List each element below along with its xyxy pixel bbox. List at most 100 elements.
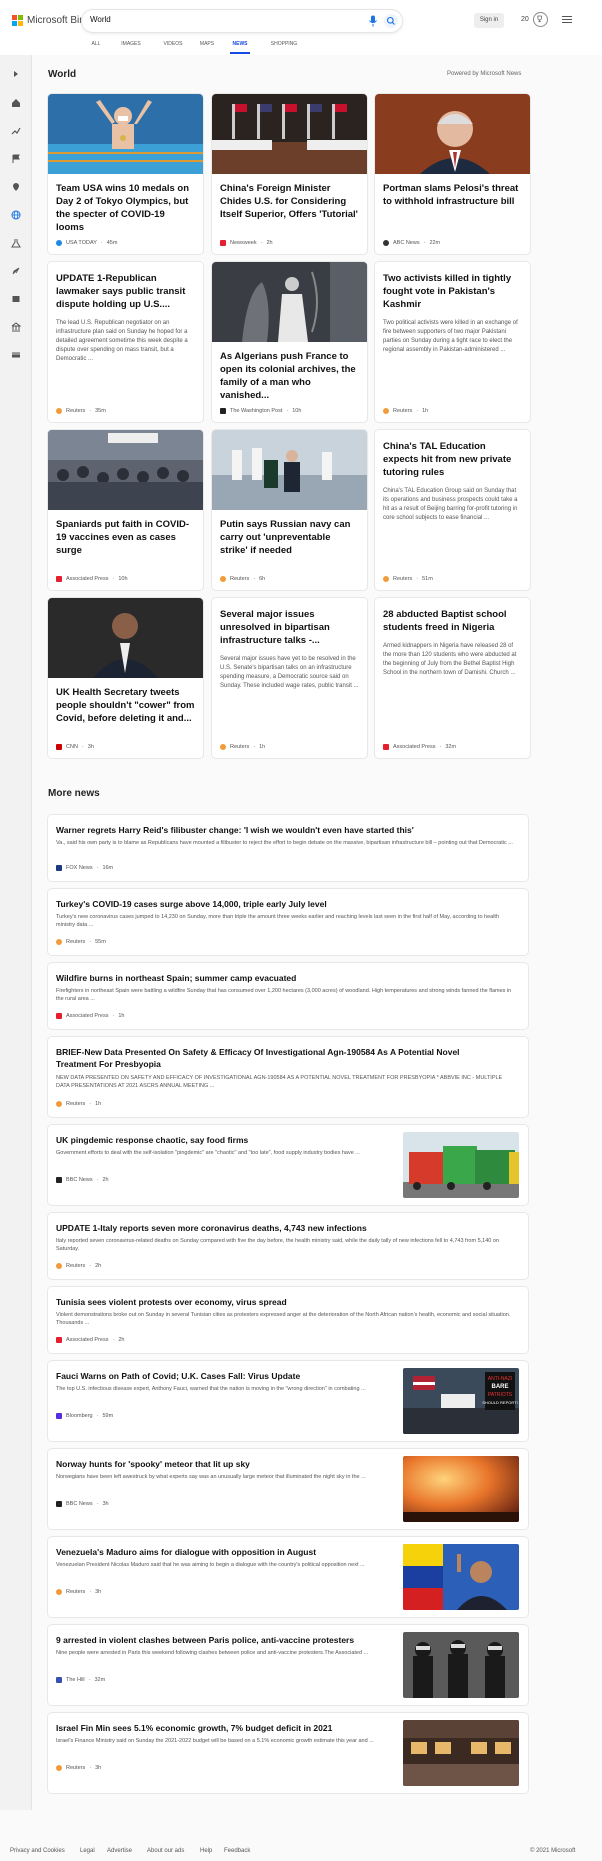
more-news-item[interactable]: BRIEF-New Data Presented On Safety & Eff…	[48, 1037, 528, 1117]
card-title[interactable]: Spaniards put faith in COVID-19 vaccines…	[48, 518, 203, 557]
item-title[interactable]: Warner regrets Harry Reid's filibuster c…	[56, 824, 414, 836]
rewards-trophy-icon[interactable]	[533, 12, 548, 27]
news-card[interactable]: UPDATE 1-Republican lawmaker says public…	[48, 262, 203, 422]
reuters-logo-icon	[220, 576, 226, 582]
card-title[interactable]: 28 abducted Baptist school students free…	[375, 608, 530, 634]
card-title[interactable]: Portman slams Pelosi's threat to withhol…	[375, 182, 530, 208]
bbc-news-logo-icon	[56, 1501, 62, 1507]
section-title-more-news: More news	[48, 788, 100, 799]
card-description: Armed kidnappers in Nigeria have release…	[383, 643, 517, 676]
more-news-item[interactable]: Warner regrets Harry Reid's filibuster c…	[48, 815, 528, 881]
card-title[interactable]: Two activists killed in tightly fought v…	[375, 272, 530, 311]
more-news-item[interactable]: Fauci Warns on Path of Covid; U.K. Cases…	[48, 1361, 528, 1441]
item-title[interactable]: Tunisia sees violent protests over econo…	[56, 1296, 287, 1308]
card-title[interactable]: Team USA wins 10 medals on Day 2 of Toky…	[48, 182, 203, 234]
news-card[interactable]: 28 abducted Baptist school students free…	[375, 598, 530, 758]
card-title[interactable]: China's Foreign Minister Chides U.S. for…	[212, 182, 367, 221]
tab-all[interactable]: ALL	[88, 38, 104, 54]
footer-link-help[interactable]: Help	[200, 1848, 212, 1854]
card-title[interactable]: Putin says Russian navy can carry out 'u…	[212, 518, 367, 557]
expand-rail-icon[interactable]	[11, 69, 21, 79]
more-news-item[interactable]: Israel Fin Min sees 5.1% economic growth…	[48, 1713, 528, 1793]
item-title[interactable]: 9 arrested in violent clashes between Pa…	[56, 1634, 396, 1646]
item-source: Associated Press · 1h	[56, 1013, 124, 1019]
more-news-item[interactable]: 9 arrested in violent clashes between Pa…	[48, 1625, 528, 1705]
home-icon[interactable]	[11, 98, 21, 108]
news-card[interactable]: Spaniards put faith in COVID-19 vaccines…	[48, 430, 203, 590]
sign-in-button[interactable]: Sign in	[474, 13, 504, 28]
tab-videos[interactable]: VIDEOS	[158, 38, 188, 54]
entertainment-icon[interactable]	[11, 294, 21, 304]
card-title[interactable]: UPDATE 1-Republican lawmaker says public…	[48, 272, 203, 311]
more-news-item[interactable]: Turkey's COVID-19 cases surge above 14,0…	[48, 889, 528, 955]
paris-police-thumbnail-image	[403, 1632, 519, 1698]
more-news-item[interactable]: UPDATE 1-Italy reports seven more corona…	[48, 1213, 528, 1279]
card-title[interactable]: China's TAL Education expects hit from n…	[375, 440, 530, 479]
item-title[interactable]: BRIEF-New Data Presented On Safety & Eff…	[56, 1046, 496, 1070]
hamburger-menu-icon[interactable]	[562, 16, 572, 24]
more-news-item[interactable]: Norway hunts for 'spooky' meteor that li…	[48, 1449, 528, 1529]
search-box[interactable]: World	[82, 10, 402, 32]
fox-news-logo-icon	[56, 865, 62, 871]
news-card[interactable]: Two activists killed in tightly fought v…	[375, 262, 530, 422]
item-title[interactable]: Wildfire burns in northeast Spain; summe…	[56, 972, 296, 984]
item-description: Israel's Finance Ministry said on Sunday…	[56, 1738, 374, 1744]
tab-news[interactable]: NEWS	[230, 38, 250, 54]
rewards-count[interactable]: 20	[521, 16, 529, 23]
item-source: Reuters · 1h	[56, 1101, 101, 1107]
header: Microsoft Bing World Sign in 20 ALL IMAG…	[0, 0, 602, 55]
politics-icon[interactable]	[11, 322, 21, 332]
more-news-item[interactable]: Venezuela's Maduro aims for dialogue wit…	[48, 1537, 528, 1617]
more-news-item[interactable]: Tunisia sees violent protests over econo…	[48, 1287, 528, 1353]
news-card[interactable]: Team USA wins 10 medals on Day 2 of Toky…	[48, 94, 203, 254]
trending-icon[interactable]	[11, 126, 21, 136]
olympics-swimmer-image	[48, 94, 203, 174]
footer-link-advertise[interactable]: Advertise	[107, 1848, 132, 1854]
card-title[interactable]: Several major issues unresolved in bipar…	[212, 608, 367, 647]
item-title[interactable]: Fauci Warns on Path of Covid; U.K. Cases…	[56, 1370, 396, 1382]
more-news-item[interactable]: UK pingdemic response chaotic, say food …	[48, 1125, 528, 1205]
item-title[interactable]: Israel Fin Min sees 5.1% economic growth…	[56, 1722, 396, 1734]
news-card[interactable]: China's Foreign Minister Chides U.S. for…	[212, 94, 367, 254]
news-card[interactable]: Several major issues unresolved in bipar…	[212, 598, 367, 758]
lorries-thumbnail-image	[403, 1132, 519, 1198]
card-source: Associated Press · 10h	[56, 576, 128, 582]
vertical-tabs: ALL IMAGES VIDEOS MAPS NEWS SHOPPING	[88, 38, 304, 54]
item-title[interactable]: Norway hunts for 'spooky' meteor that li…	[56, 1458, 396, 1470]
money-icon[interactable]	[11, 350, 21, 360]
search-icon[interactable]	[384, 14, 398, 28]
microphone-icon[interactable]	[368, 15, 378, 27]
globe-icon[interactable]	[11, 210, 21, 220]
thumb-sign-line-3: PATRIOTS	[488, 1392, 513, 1398]
item-title[interactable]: UK pingdemic response chaotic, say food …	[56, 1134, 396, 1146]
item-description: Firefighters in northeast Spain were bat…	[56, 988, 512, 1002]
rocket-icon[interactable]	[11, 266, 21, 276]
item-title[interactable]: UPDATE 1-Italy reports seven more corona…	[56, 1222, 367, 1234]
news-card[interactable]: Putin says Russian navy can carry out 'u…	[212, 430, 367, 590]
powered-by-label: Powered by Microsoft News	[447, 71, 522, 77]
card-title[interactable]: As Algerians push France to open its col…	[212, 350, 367, 402]
footer-link-feedback[interactable]: Feedback	[224, 1848, 250, 1854]
flag-icon[interactable]	[11, 154, 21, 164]
science-icon[interactable]	[11, 238, 21, 248]
item-description: Venezuelan President Nicolas Maduro said…	[56, 1562, 365, 1568]
item-title[interactable]: Venezuela's Maduro aims for dialogue wit…	[56, 1546, 396, 1558]
footer-link-legal[interactable]: Legal	[80, 1848, 95, 1854]
reuters-logo-icon	[56, 1765, 62, 1771]
news-card[interactable]: UK Health Secretary tweets people should…	[48, 598, 203, 758]
card-title[interactable]: UK Health Secretary tweets people should…	[48, 686, 203, 725]
tab-maps[interactable]: MAPS	[188, 38, 226, 54]
footer-link-about-ads[interactable]: About our ads	[147, 1848, 184, 1854]
tab-shopping[interactable]: SHOPPING	[264, 38, 304, 54]
search-input[interactable]: World	[90, 15, 111, 24]
bing-logo[interactable]: Microsoft Bing	[12, 15, 90, 26]
tab-images[interactable]: IMAGES	[104, 38, 158, 54]
news-card[interactable]: As Algerians push France to open its col…	[212, 262, 367, 422]
footer-link-privacy[interactable]: Privacy and Cookies	[10, 1848, 65, 1854]
item-title[interactable]: Turkey's COVID-19 cases surge above 14,0…	[56, 898, 327, 910]
more-news-item[interactable]: Wildfire burns in northeast Spain; summe…	[48, 963, 528, 1029]
location-icon[interactable]	[11, 182, 21, 192]
news-card[interactable]: Portman slams Pelosi's threat to withhol…	[375, 94, 530, 254]
footer: Privacy and Cookies Legal Advertise Abou…	[0, 1843, 602, 1861]
news-card[interactable]: China's TAL Education expects hit from n…	[375, 430, 530, 590]
